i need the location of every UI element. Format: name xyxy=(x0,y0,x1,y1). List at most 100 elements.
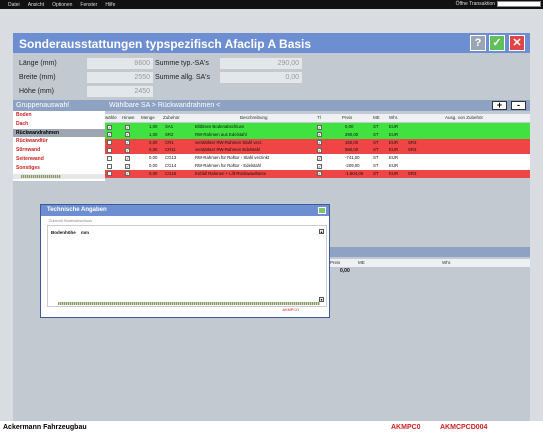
dialog-hscrollbar[interactable] xyxy=(50,301,320,306)
hint-checkbox[interactable]: ✓ xyxy=(125,171,130,177)
cell-whr: EUR xyxy=(389,170,399,176)
sa-table-row[interactable]: ✓ ✓ 0,00 CR11 verstärkter RW-Rahmen Edelstah… xyxy=(105,146,530,155)
hint-checkbox[interactable]: ✓ xyxy=(125,163,130,169)
lower-col-preis[interactable]: Preis xyxy=(330,260,340,265)
transaction-label: Öffne Transaktion xyxy=(455,1,495,7)
select-checkbox[interactable]: ✓ xyxy=(107,124,112,130)
cell-whr: EUR xyxy=(389,163,399,168)
hint-checkbox[interactable]: ✓ xyxy=(125,155,130,161)
cell-ausg: SR3 xyxy=(408,147,417,153)
group-item-rueckwandtuer[interactable]: Rückwandtür xyxy=(13,137,105,146)
col-zubehoer[interactable]: Zubehör xyxy=(163,115,180,120)
tl-checkbox[interactable]: ✓ xyxy=(317,163,322,169)
group-scroll-thumb[interactable] xyxy=(21,175,61,178)
cell-preis: -1.604,00 xyxy=(345,170,364,176)
select-checkbox[interactable] xyxy=(107,155,112,161)
sa-table-row[interactable]: ✓ ✓ ✓ 1,00 SR2 RW-Rahmen aus Edelstahl 290,00 S… xyxy=(105,130,530,139)
confirm-button[interactable]: ✓ xyxy=(489,35,505,51)
tl-checkbox[interactable]: ✓ xyxy=(317,132,322,138)
cell-beschreibung: RW-Rahmen für Rolltor - Edelstahl xyxy=(195,163,261,168)
help-button[interactable]: ? xyxy=(470,35,486,51)
sa-table-row[interactable]: ✓ ✓ ✓ 1,00 SA1 Blitlösen Bodenabschluss 0,00 ST… xyxy=(105,123,530,131)
cell-zubehoer: CR11 xyxy=(165,147,176,153)
cell-whr: EUR xyxy=(389,139,399,145)
cell-whr: EUR xyxy=(389,124,399,129)
group-list: Boden Dach Rückwandrahmen Rückwandtür St… xyxy=(13,111,105,181)
dialog-hscroll-thumb[interactable] xyxy=(58,302,320,305)
hoehe-field[interactable]: 2450 xyxy=(86,85,154,98)
select-checkbox[interactable] xyxy=(107,171,112,177)
hint-checkbox[interactable]: ✓ xyxy=(125,124,130,130)
col-menge[interactable]: Menge xyxy=(141,115,155,120)
select-checkbox[interactable]: ✓ xyxy=(107,132,112,138)
menu-ansicht[interactable]: Ansicht xyxy=(28,2,44,8)
sa-table-row[interactable]: ✓ ✓ 0,00 CG13 RW-Rahmen für Rolltor - Stahl … xyxy=(105,154,530,162)
remove-button[interactable]: - xyxy=(511,101,526,110)
tl-checkbox[interactable]: ✓ xyxy=(317,140,322,146)
col-hinweis[interactable]: Hinwe xyxy=(122,115,135,120)
col-preis[interactable]: Preis xyxy=(342,115,352,120)
cell-me: ST xyxy=(373,139,379,145)
status-code-1: AKMPC0 xyxy=(391,424,421,431)
menu-fenster[interactable]: Fenster xyxy=(80,2,97,8)
status-bar: Ackermann Fahrzeugbau AKMPC0 AKMCPCD004 xyxy=(0,421,543,435)
col-waehle[interactable]: wähle xyxy=(105,115,117,120)
select-checkbox[interactable] xyxy=(107,163,112,169)
tl-checkbox[interactable]: ✓ xyxy=(317,124,322,130)
select-checkbox[interactable] xyxy=(107,140,112,146)
tl-checkbox[interactable]: ✓ xyxy=(317,171,322,177)
cell-whr: EUR xyxy=(389,155,399,161)
cell-ausg: SR3 xyxy=(408,139,417,145)
add-button[interactable]: + xyxy=(492,101,507,110)
group-item-dach[interactable]: Dach xyxy=(13,120,105,129)
col-whr[interactable]: Whr. xyxy=(389,115,398,120)
cell-preis: 590,00 xyxy=(345,147,359,153)
cell-menge: 0,00 xyxy=(149,170,158,176)
menu-hilfe[interactable]: Hilfe xyxy=(105,2,115,8)
sa-table-row[interactable]: ✓ ✓ 0,00 CG15 Entfall Rahmen + Lift-Rückwand… xyxy=(105,169,530,178)
hint-checkbox[interactable]: ✓ xyxy=(125,147,130,153)
group-item-seitenwand[interactable]: Seitenwand xyxy=(13,155,105,164)
company-name: Ackermann Fahrzeugbau xyxy=(3,424,87,431)
cell-preis: 0,00 xyxy=(345,124,354,129)
tl-checkbox[interactable]: ✓ xyxy=(317,147,322,153)
cell-zubehoer: CG15 xyxy=(165,170,177,176)
tech-dialog: Technische Angaben Zubehör Bodenabschlus… xyxy=(40,204,330,318)
menu-datei[interactable]: Datei xyxy=(8,2,20,8)
laenge-label: Länge (mm) xyxy=(19,60,57,67)
cell-menge: 0,00 xyxy=(149,163,158,168)
cell-preis: 290,00 xyxy=(345,131,359,137)
breite-field[interactable]: 2550 xyxy=(86,71,154,84)
col-me[interactable]: ME xyxy=(373,115,380,120)
bodenhoehe-unit: mm xyxy=(81,230,90,235)
dialog-title: Technische Angaben xyxy=(41,205,329,216)
transaction-input[interactable] xyxy=(497,1,541,7)
dialog-close-button[interactable] xyxy=(318,207,326,214)
group-item-rueckwandrahmen[interactable]: Rückwandrahmen xyxy=(13,128,105,138)
lower-col-me[interactable]: ME xyxy=(358,260,365,265)
col-beschreibung[interactable]: Beschreibung xyxy=(240,115,268,120)
sa-table-row[interactable]: ✓ ✓ 0,00 CG14 RW-Rahmen für Rolltor - Edelst… xyxy=(105,162,530,170)
hint-checkbox[interactable]: ✓ xyxy=(125,140,130,146)
lower-column-header: Preis ME Whr. xyxy=(320,259,530,267)
cell-me: ST xyxy=(373,124,379,129)
group-item-stirnwand[interactable]: Stirnwand xyxy=(13,146,105,155)
select-checkbox[interactable] xyxy=(107,147,112,153)
tl-checkbox[interactable]: ✓ xyxy=(317,155,322,161)
cell-beschreibung: verstärkter RW-Rahmen Stahl verz. xyxy=(195,139,263,145)
menu-optionen[interactable]: Optionen xyxy=(52,2,72,8)
close-button[interactable]: ✕ xyxy=(509,35,525,51)
col-tl[interactable]: Tl xyxy=(317,115,321,120)
col-ausg[interactable]: Ausg. von Zubehör xyxy=(445,115,483,120)
cell-preis: 150,00 xyxy=(345,139,359,145)
laenge-field[interactable]: 8600 xyxy=(86,57,154,70)
menu-bar: Datei Ansicht Optionen Fenster Hilfe Öff… xyxy=(0,0,543,9)
cell-me: ST xyxy=(373,170,379,176)
group-item-boden[interactable]: Boden xyxy=(13,111,105,120)
lower-col-whr[interactable]: Whr. xyxy=(442,260,451,265)
dialog-scroll-up-icon[interactable]: ▴ xyxy=(319,229,324,234)
group-scrollbar[interactable] xyxy=(13,174,105,179)
hint-checkbox[interactable]: ✓ xyxy=(125,132,130,138)
sa-table-row[interactable]: ✓ ✓ 0,00 CR1 verstärkter RW-Rahmen Stahl ver… xyxy=(105,138,530,147)
group-item-sonstiges[interactable]: Sonstiges xyxy=(13,164,105,173)
